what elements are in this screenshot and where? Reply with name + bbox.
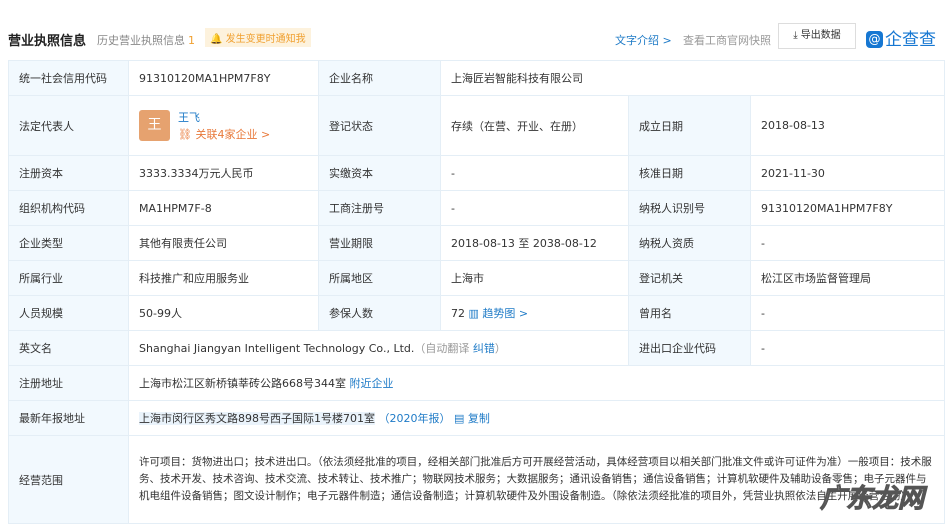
label: 企业名称 xyxy=(318,60,441,96)
label: 组织机构代码 xyxy=(8,190,129,226)
label: 登记状态 xyxy=(318,95,441,156)
legal-rep-cell: 王王飞 ⛓ 关联4家企业 > xyxy=(128,95,319,156)
former-name: - xyxy=(750,295,945,331)
label: 营业期限 xyxy=(318,225,441,261)
reg-capital: 3333.3334万元人民币 xyxy=(128,155,319,191)
paren: ） xyxy=(494,342,506,355)
approved-date: 2021-11-30 xyxy=(750,155,945,191)
label: 参保人数 xyxy=(318,295,441,331)
export-label: 导出数据 xyxy=(800,30,841,41)
correct-link[interactable]: 纠错 xyxy=(473,342,495,355)
bell-icon: 🔔 xyxy=(210,34,223,45)
history-count: 1 xyxy=(188,34,195,47)
tax-id: 91310120MA1HPM7F8Y xyxy=(750,190,945,226)
industry: 科技推广和应用服务业 xyxy=(128,260,319,296)
export-data-button[interactable]: ⤓ 导出数据 xyxy=(778,23,856,49)
label: 所属地区 xyxy=(318,260,441,296)
label: 企业类型 xyxy=(8,225,129,261)
label: 实缴资本 xyxy=(318,155,441,191)
insured-count: 72 xyxy=(451,307,465,320)
credit-code: 91310120MA1HPM7F8Y xyxy=(128,60,319,96)
notify-on-change-button[interactable]: 🔔 发生变更时通知我 xyxy=(205,28,311,47)
label: 最新年报地址 xyxy=(8,400,129,436)
notify-label: 发生变更时通知我 xyxy=(225,34,306,45)
nearby-companies-link[interactable]: 附近企业 xyxy=(350,377,394,390)
reg-authority: 松江区市场监督管理局 xyxy=(750,260,945,296)
label: 纳税人资质 xyxy=(628,225,751,261)
reg-address: 上海市松江区新桥镇莘砖公路668号344室 xyxy=(139,377,346,390)
staff-size: 50-99人 xyxy=(128,295,319,331)
reg-status: 存续（在营、开业、在册） xyxy=(440,95,629,156)
label: 曾用名 xyxy=(628,295,751,331)
annual-address: 上海市闵行区秀文路898号西子国际1号楼701室 xyxy=(139,412,375,425)
logo-icon: @ xyxy=(866,31,883,48)
trend-chart-link[interactable]: ▥ 趋势图 > xyxy=(469,307,529,320)
chart-icon: ▥ xyxy=(468,307,479,320)
history-license-link[interactable]: 历史营业执照信息 1 xyxy=(97,32,195,48)
reg-no: - xyxy=(440,190,629,226)
label: 纳税人识别号 xyxy=(628,190,751,226)
section-header: 营业执照信息 历史营业执照信息 1 🔔 发生变更时通知我 文字介绍 > 查看工商官… xyxy=(0,22,945,54)
watermark: 广东龙网 xyxy=(819,484,925,515)
download-icon: ⤓ xyxy=(793,30,798,41)
qichacha-logo: @ 企查查 xyxy=(866,25,936,50)
company-type: 其他有限责任公司 xyxy=(128,225,319,261)
label: 所属行业 xyxy=(8,260,129,296)
founded-date: 2018-08-13 xyxy=(750,95,945,156)
text-intro-link[interactable]: 文字介绍 > xyxy=(615,32,672,48)
official-snapshot-link[interactable]: 查看工商官网快照 xyxy=(683,32,771,48)
english-name: Shanghai Jiangyan Intelligent Technology… xyxy=(139,342,415,355)
english-name-cell: Shanghai Jiangyan Intelligent Technology… xyxy=(128,330,629,366)
section-title: 营业执照信息 xyxy=(8,34,87,49)
related-companies-link[interactable]: ⛓ 关联4家企业 > xyxy=(178,128,270,141)
region: 上海市 xyxy=(440,260,629,296)
label: 经营范围 xyxy=(8,435,129,524)
annual-address-cell: 上海市闵行区秀文路898号西子国际1号楼701室 （2020年报） ▤ 复制 xyxy=(128,400,945,436)
label: 注册资本 xyxy=(8,155,129,191)
business-term: 2018-08-13 至 2038-08-12 xyxy=(440,225,629,261)
paid-capital: - xyxy=(440,155,629,191)
label: 成立日期 xyxy=(628,95,751,156)
auto-translate-note: （自动翻译 xyxy=(414,342,470,355)
insured-cell: 72 ▥ 趋势图 > xyxy=(440,295,629,331)
label: 统一社会信用代码 xyxy=(8,60,129,96)
copy-icon: ▤ xyxy=(454,412,465,425)
related-label: 关联4家企业 > xyxy=(195,127,271,141)
label: 注册地址 xyxy=(8,365,129,401)
label: 法定代表人 xyxy=(8,95,129,156)
avatar: 王 xyxy=(139,110,170,141)
label: 人员规模 xyxy=(8,295,129,331)
legal-rep-name[interactable]: 王飞 xyxy=(178,111,200,124)
copy-label: 复制 xyxy=(467,412,490,425)
relation-icon: ⛓ xyxy=(178,127,192,141)
org-code: MA1HPM7F-8 xyxy=(128,190,319,226)
trend-label: 趋势图 > xyxy=(482,307,529,320)
import-export-code: - xyxy=(750,330,945,366)
logo-text: 企查查 xyxy=(885,30,936,50)
annual-report-year[interactable]: （2020年报） xyxy=(379,412,451,425)
tax-qualification: - xyxy=(750,225,945,261)
history-label: 历史营业执照信息 xyxy=(97,34,185,47)
license-info-table: 统一社会信用代码 91310120MA1HPM7F8Y 企业名称 上海匠岩智能科技有限… xyxy=(8,60,945,524)
copy-button[interactable]: ▤ 复制 xyxy=(454,412,490,425)
label: 核准日期 xyxy=(628,155,751,191)
label: 登记机关 xyxy=(628,260,751,296)
company-name: 上海匠岩智能科技有限公司 xyxy=(440,60,945,96)
label: 英文名 xyxy=(8,330,129,366)
label: 进出口企业代码 xyxy=(628,330,751,366)
label: 工商注册号 xyxy=(318,190,441,226)
reg-address-cell: 上海市松江区新桥镇莘砖公路668号344室 附近企业 xyxy=(128,365,945,401)
